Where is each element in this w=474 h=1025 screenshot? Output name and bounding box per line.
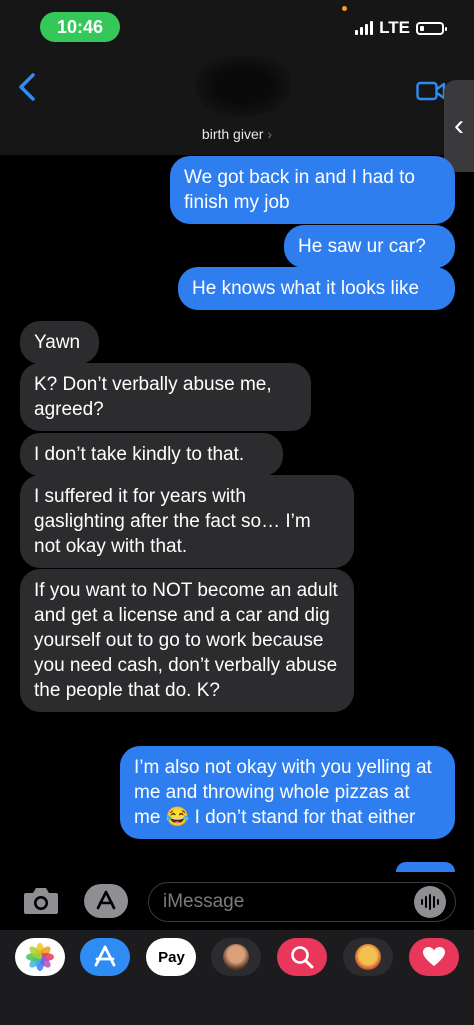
contact-name-button[interactable]: birth giver › [0, 126, 474, 142]
photos-app-icon [26, 943, 54, 971]
message-bubble-received[interactable]: Yawn [20, 321, 99, 364]
memoji-stickers-button[interactable] [343, 938, 393, 976]
facetime-video-button[interactable] [416, 80, 446, 107]
mic-indicator-dot [342, 6, 347, 11]
message-bubble-received[interactable]: I don’t take kindly to that. [20, 433, 283, 476]
app-store-icon [96, 890, 116, 910]
signal-icon [355, 21, 374, 35]
contact-name: birth giver [201, 126, 264, 142]
message-bubble-sent[interactable]: I’m also not okay with you yelling at me… [120, 746, 455, 839]
video-camera-icon [416, 81, 446, 101]
back-button[interactable] [18, 72, 36, 102]
network-label: LTE [379, 18, 410, 37]
memoji-app-button[interactable] [211, 938, 261, 976]
digital-touch-icon [423, 947, 445, 966]
memoji-stickers-icon [355, 944, 381, 970]
chevron-left-icon: ‹ [454, 109, 464, 142]
camera-button[interactable] [22, 884, 60, 921]
message-bubble-sent[interactable]: We got back in and I had to finish my jo… [170, 156, 455, 224]
waveform-icon [420, 894, 440, 910]
message-bubble-received[interactable]: I suffered it for years with gaslighting… [20, 475, 354, 568]
image-search-icon [291, 946, 314, 969]
apple-pay-label: Pay [158, 948, 185, 966]
message-bubble-received[interactable]: K? Don’t verbally abuse me, agreed? [20, 363, 311, 431]
audio-message-button[interactable] [414, 886, 446, 918]
contact-avatar[interactable] [196, 56, 290, 116]
digital-touch-button[interactable] [409, 938, 459, 976]
battery-icon [416, 21, 447, 35]
image-search-button[interactable] [277, 938, 327, 976]
message-bubble-received[interactable]: If you want to NOT become an adult and g… [20, 569, 354, 712]
app-store-button[interactable] [84, 884, 128, 918]
photos-app-button[interactable] [15, 938, 65, 976]
chevron-right-icon: › [267, 126, 273, 142]
message-bubble-sent[interactable]: He knows what it looks like [178, 267, 455, 310]
imessage-input[interactable]: iMessage [148, 882, 456, 922]
status-time[interactable]: 10:46 [40, 12, 120, 42]
side-panel-handle[interactable]: ‹ [444, 80, 474, 172]
app-store-icon [94, 945, 116, 967]
message-bubble-sent[interactable]: He saw ur car? [284, 225, 455, 268]
chevron-left-icon [19, 73, 35, 101]
status-indicators: LTE [355, 18, 447, 38]
app-store-app-button[interactable] [80, 938, 130, 976]
memoji-icon [223, 944, 249, 970]
camera-icon [24, 888, 58, 914]
apple-pay-button[interactable]: Pay [146, 938, 196, 976]
